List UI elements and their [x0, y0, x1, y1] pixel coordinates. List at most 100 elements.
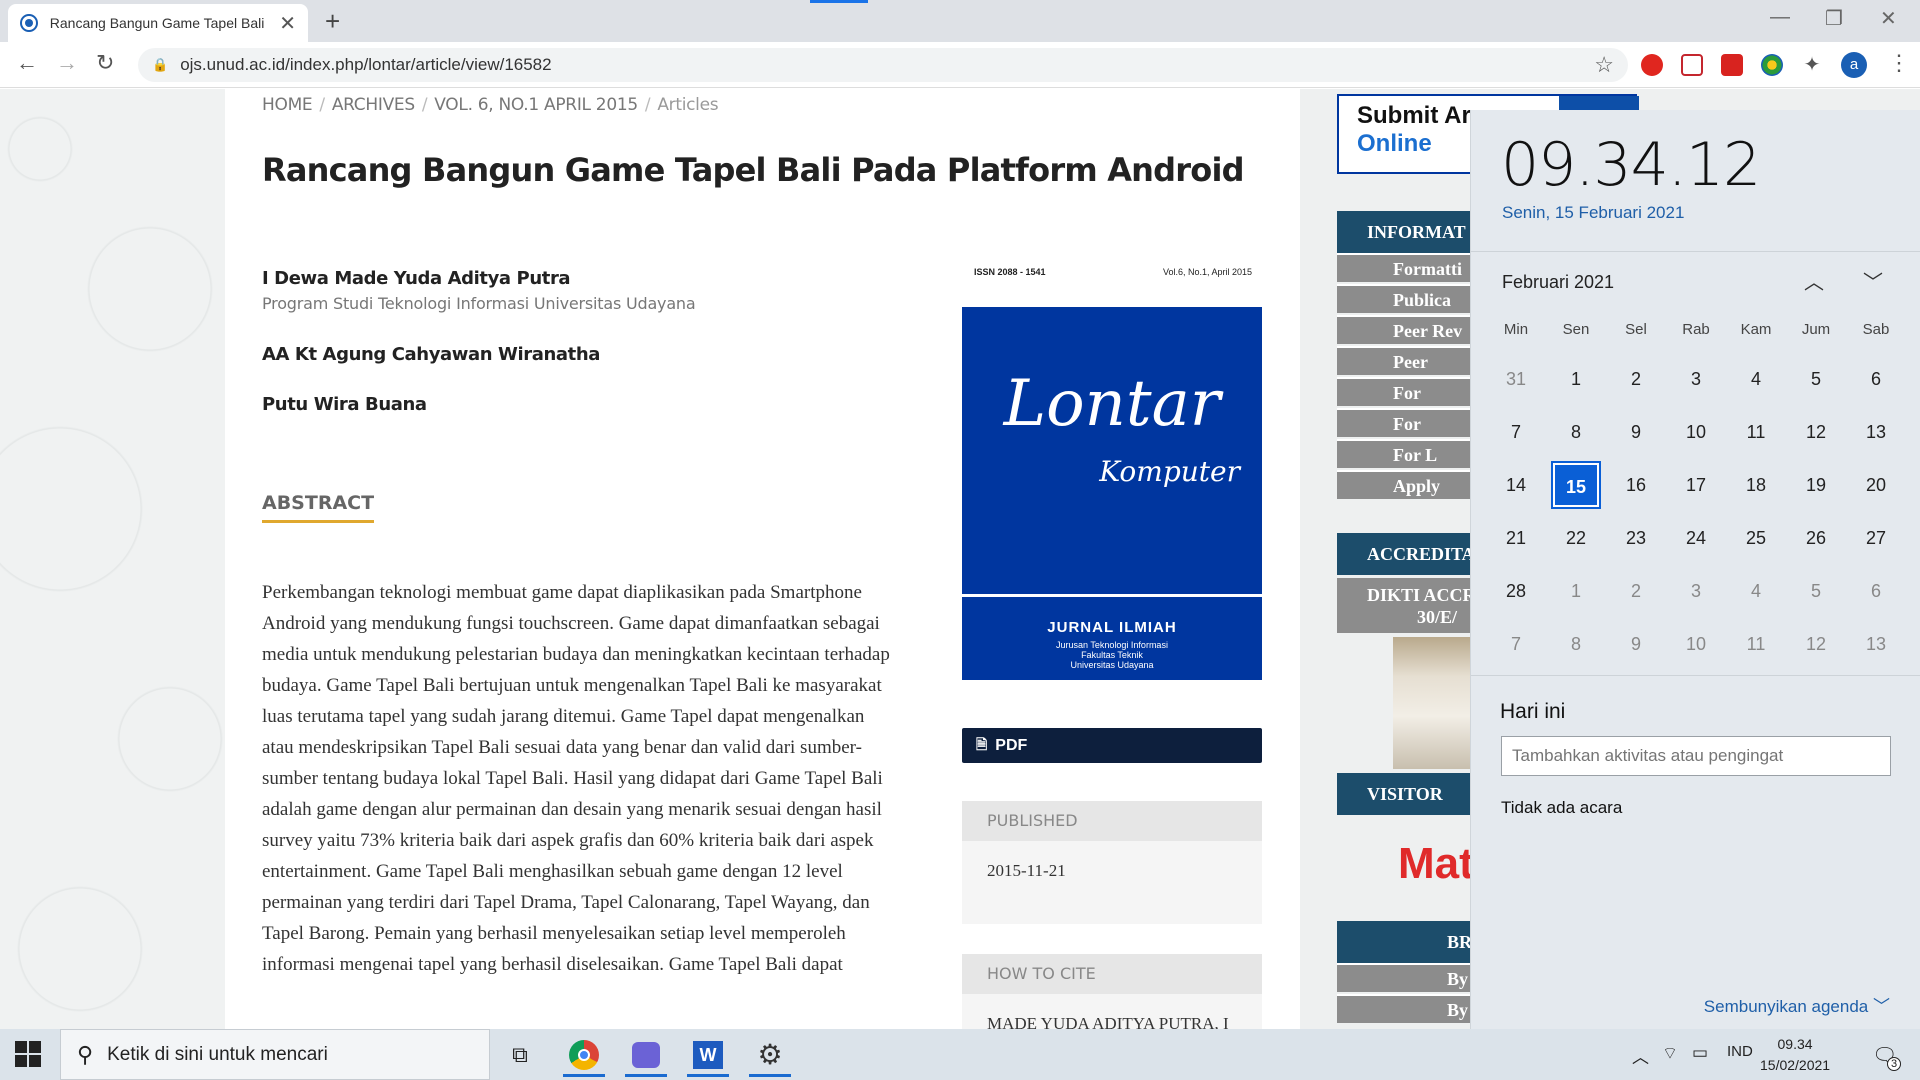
- calendar-day[interactable]: 20: [1851, 461, 1901, 509]
- close-window-button[interactable]: ✕: [1880, 6, 1897, 31]
- calendar-day[interactable]: 9: [1611, 408, 1661, 456]
- restore-button[interactable]: ❐: [1825, 6, 1843, 31]
- calendar-day[interactable]: 14: [1491, 461, 1541, 509]
- bookmark-star-icon[interactable]: ☆: [1594, 52, 1614, 78]
- breadcrumb-current: Articles: [657, 95, 719, 115]
- no-events-text: Tidak ada acara: [1501, 798, 1623, 817]
- calendar-day[interactable]: 3: [1671, 355, 1721, 403]
- language-indicator[interactable]: IND: [1727, 1043, 1753, 1060]
- calendar-day[interactable]: 11: [1731, 620, 1781, 668]
- hide-agenda-link[interactable]: Sembunyikan agenda ﹀: [1704, 992, 1890, 1017]
- calendar-day[interactable]: 6: [1851, 567, 1901, 615]
- breadcrumb-home-link[interactable]: HOME: [262, 95, 313, 115]
- word-app-icon[interactable]: W: [684, 1032, 732, 1077]
- calendar-day[interactable]: 24: [1671, 514, 1721, 562]
- lock-icon[interactable]: 🔒: [152, 57, 168, 73]
- calendar-day[interactable]: 7: [1491, 408, 1541, 456]
- long-date-link[interactable]: Senin, 15 Februari 2021: [1502, 203, 1684, 223]
- chevron-down-icon[interactable]: ﹀: [1863, 266, 1883, 295]
- article-title: Rancang Bangun Game Tapel Bali Pada Plat…: [262, 151, 1245, 189]
- calendar-day-today[interactable]: 15: [1551, 461, 1601, 509]
- cite-box: HOW TO CITE MADE YUDA ADITYA PUTRA, I: [962, 954, 1262, 1029]
- calendar-day[interactable]: 22: [1551, 514, 1601, 562]
- calendar-day[interactable]: 21: [1491, 514, 1541, 562]
- calendar-day[interactable]: 25: [1731, 514, 1781, 562]
- calendar-day[interactable]: 10: [1671, 408, 1721, 456]
- chrome-app-icon[interactable]: [560, 1032, 608, 1077]
- calendar-day[interactable]: 17: [1671, 461, 1721, 509]
- new-tab-button[interactable]: +: [325, 6, 340, 37]
- breadcrumb-issue-link[interactable]: VOL. 6, NO.1 APRIL 2015: [434, 95, 638, 115]
- calendar-day[interactable]: 9: [1611, 620, 1661, 668]
- taskbar-clock[interactable]: 09.34 15/02/2021: [1760, 1034, 1830, 1076]
- weekday-label: Kam: [1740, 321, 1772, 338]
- calendar-day[interactable]: 5: [1791, 355, 1841, 403]
- browser-menu-icon[interactable]: ⋮: [1888, 50, 1910, 76]
- chevron-up-icon[interactable]: ︿: [1804, 266, 1824, 295]
- chevron-down-icon: ﹀: [1873, 997, 1890, 1016]
- calendar-day[interactable]: 2: [1611, 355, 1661, 403]
- calendar-day[interactable]: 28: [1491, 567, 1541, 615]
- wifi-icon[interactable]: ⌔: [1662, 1043, 1678, 1064]
- calendar-day[interactable]: 11: [1731, 408, 1781, 456]
- calendar-day[interactable]: 26: [1791, 514, 1841, 562]
- author-name: Putu Wira Buana: [262, 394, 427, 415]
- calendar-day[interactable]: 12: [1791, 408, 1841, 456]
- calendar-day[interactable]: 12: [1791, 620, 1841, 668]
- breadcrumb-archives-link[interactable]: ARCHIVES: [332, 95, 415, 115]
- back-button[interactable]: ←: [16, 50, 38, 76]
- add-event-input[interactable]: [1501, 736, 1891, 776]
- calendar-day[interactable]: 5: [1791, 567, 1841, 615]
- address-bar[interactable]: 🔒 ojs.unud.ac.id/index.php/lontar/articl…: [138, 48, 1628, 82]
- author-name: I Dewa Made Yuda Aditya Putra: [262, 268, 571, 289]
- calendar-day[interactable]: 10: [1671, 620, 1721, 668]
- weekday-label: Min: [1503, 321, 1529, 338]
- calendar-day[interactable]: 4: [1731, 567, 1781, 615]
- calendar-day[interactable]: 27: [1851, 514, 1901, 562]
- minimize-button[interactable]: —: [1770, 6, 1790, 29]
- adblock-extension-icon[interactable]: [1641, 54, 1663, 76]
- reload-button[interactable]: ↻: [96, 50, 114, 76]
- calendar-day[interactable]: 2: [1611, 567, 1661, 615]
- calendar-day[interactable]: 16: [1611, 461, 1661, 509]
- settings-gear-icon[interactable]: ⚙: [746, 1032, 794, 1077]
- calendar-day[interactable]: 23: [1611, 514, 1661, 562]
- published-date: 2015-11-21: [987, 861, 1066, 880]
- taskbar-search-box[interactable]: ⚲ Ketik di sini untuk mencari: [60, 1029, 490, 1080]
- calendar-day[interactable]: 18: [1731, 461, 1781, 509]
- calendar-day[interactable]: 4: [1731, 355, 1781, 403]
- month-label[interactable]: Februari 2021: [1502, 272, 1614, 293]
- close-tab-icon[interactable]: ✕: [279, 11, 296, 36]
- calendar-day[interactable]: 3: [1671, 567, 1721, 615]
- calendar-day[interactable]: 1: [1551, 355, 1601, 403]
- acrobat-extension-icon[interactable]: [1721, 54, 1743, 76]
- pdf-file-icon: 🗎: [976, 735, 988, 752]
- calendar-day[interactable]: 7: [1491, 620, 1541, 668]
- battery-icon[interactable]: ▭: [1692, 1043, 1708, 1063]
- chat-app-icon[interactable]: [622, 1032, 670, 1077]
- divider: [1471, 675, 1920, 676]
- calendar-day[interactable]: 31: [1491, 355, 1541, 403]
- clock-time: 09.34.12: [1501, 130, 1761, 200]
- pocket-extension-icon[interactable]: [1681, 54, 1703, 76]
- calendar-day[interactable]: 13: [1851, 620, 1901, 668]
- calendar-day[interactable]: 8: [1551, 620, 1601, 668]
- site-favicon-icon: [20, 14, 38, 32]
- calendar-day[interactable]: 13: [1851, 408, 1901, 456]
- extensions-puzzle-icon[interactable]: ✦: [1801, 54, 1823, 76]
- profile-avatar[interactable]: a: [1841, 52, 1867, 78]
- pdf-download-button[interactable]: 🗎 PDF: [962, 728, 1262, 763]
- cover-line: Jurusan Teknologi Informasi: [1056, 640, 1168, 650]
- browser-tab[interactable]: Rancang Bangun Game Tapel Bali ✕: [8, 4, 308, 42]
- calendar-day[interactable]: 8: [1551, 408, 1601, 456]
- calendar-day[interactable]: 6: [1851, 355, 1901, 403]
- calendar-day[interactable]: 19: [1791, 461, 1841, 509]
- extension-icon[interactable]: [1761, 54, 1783, 76]
- calendar-day[interactable]: 1: [1551, 567, 1601, 615]
- search-icon: ⚲: [77, 1041, 94, 1067]
- forward-button[interactable]: →: [56, 50, 78, 76]
- show-hidden-icons-chevron-up-icon[interactable]: ︿: [1632, 1043, 1649, 1068]
- task-view-icon[interactable]: ⧉: [496, 1032, 544, 1077]
- windows-start-icon[interactable]: [15, 1041, 41, 1067]
- visitor-widget-logo[interactable]: Mat: [1398, 839, 1474, 889]
